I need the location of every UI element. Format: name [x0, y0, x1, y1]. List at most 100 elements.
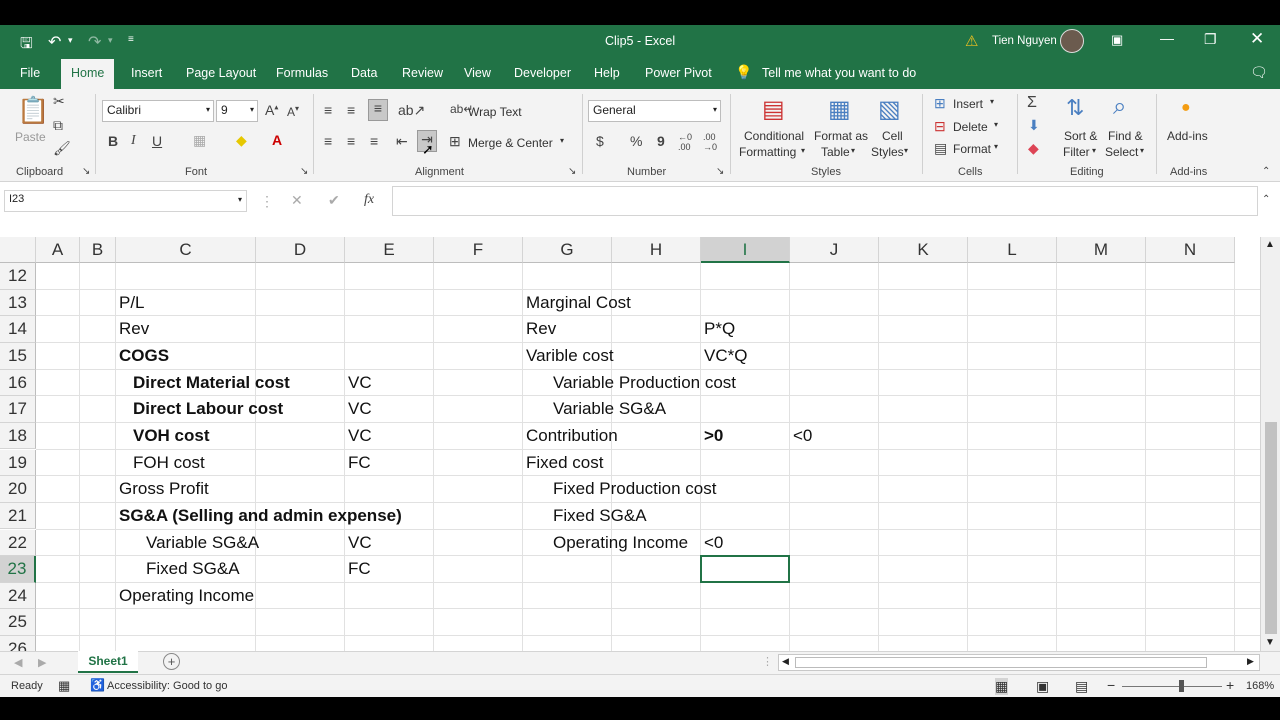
- add-sheet-button[interactable]: +: [163, 653, 180, 670]
- row-header-19[interactable]: 19: [0, 449, 36, 477]
- cell-i15[interactable]: VC*Q: [704, 343, 747, 369]
- cell-c21[interactable]: SG&A (Selling and admin expense): [119, 503, 402, 529]
- delete-cells-button[interactable]: Delete: [953, 120, 988, 134]
- cell-g17[interactable]: Variable SG&A: [553, 396, 666, 422]
- format-as-table-button[interactable]: Format as: [814, 129, 868, 143]
- row-header-18[interactable]: 18: [0, 422, 36, 450]
- cell-i18[interactable]: >0: [704, 423, 723, 449]
- align-top-icon[interactable]: ≡: [324, 102, 332, 118]
- expand-formula-bar-icon[interactable]: ⌃: [1262, 194, 1270, 205]
- align-left-icon[interactable]: ≡: [324, 133, 332, 149]
- chevron-down-icon[interactable]: ▾: [994, 142, 998, 151]
- row-header-25[interactable]: 25: [0, 609, 36, 637]
- column-header-h[interactable]: H: [612, 237, 701, 263]
- tab-home[interactable]: Home: [61, 59, 115, 89]
- cell-g13[interactable]: Marginal Cost: [526, 290, 631, 316]
- cell-c15[interactable]: COGS: [119, 343, 169, 369]
- chevron-down-icon[interactable]: ▾: [904, 146, 908, 155]
- active-cell-selection[interactable]: [700, 555, 790, 583]
- sort-filter-button[interactable]: Sort &: [1064, 129, 1097, 143]
- wrap-text-button[interactable]: Wrap Text: [468, 105, 522, 119]
- cell-e17[interactable]: VC: [348, 396, 372, 422]
- cancel-entry-icon[interactable]: ✕: [291, 192, 303, 209]
- cell-c22[interactable]: Variable SG&A: [146, 530, 259, 556]
- row-header-26[interactable]: 26: [0, 636, 36, 651]
- decrease-indent-icon[interactable]: ⇤: [396, 133, 408, 150]
- insert-function-button[interactable]: fx: [364, 192, 374, 208]
- cell-g18[interactable]: Contribution: [526, 423, 618, 449]
- font-name-select[interactable]: Calibri ▾: [102, 100, 214, 122]
- insert-cells-button[interactable]: Insert: [953, 97, 983, 111]
- save-icon[interactable]: 🖫: [20, 33, 33, 58]
- cell-g14[interactable]: Rev: [526, 316, 556, 342]
- zoom-in-icon[interactable]: +: [1226, 677, 1234, 693]
- cut-icon[interactable]: ✂: [53, 93, 65, 110]
- borders-icon[interactable]: ▦: [193, 132, 206, 149]
- chevron-down-icon[interactable]: ▾: [1140, 146, 1144, 155]
- column-header-n[interactable]: N: [1146, 237, 1235, 263]
- row-header-21[interactable]: 21: [0, 502, 36, 530]
- paste-button[interactable]: Paste: [15, 130, 46, 144]
- formula-bar-menu-icon[interactable]: ⋮: [260, 193, 274, 210]
- next-sheet-icon[interactable]: ▶: [38, 656, 46, 669]
- page-layout-view-icon[interactable]: ▣: [1036, 678, 1049, 695]
- format-as-table-label-2[interactable]: Table: [821, 145, 850, 159]
- column-header-g[interactable]: G: [523, 237, 612, 263]
- row-header-13[interactable]: 13: [0, 289, 36, 317]
- merge-center-button[interactable]: Merge & Center: [468, 136, 553, 150]
- tab-file[interactable]: File: [20, 66, 40, 80]
- number-format-select[interactable]: General ▾: [588, 100, 721, 122]
- scroll-thumb[interactable]: [1265, 422, 1277, 634]
- decrease-font-icon[interactable]: A▾: [287, 104, 299, 119]
- cell-e23[interactable]: FC: [348, 556, 371, 582]
- row-header-22[interactable]: 22: [0, 529, 36, 557]
- percent-button[interactable]: %: [630, 133, 642, 149]
- chevron-down-icon[interactable]: ▾: [1092, 146, 1096, 155]
- avatar[interactable]: [1060, 29, 1084, 53]
- cell-e19[interactable]: FC: [348, 450, 371, 476]
- sheet-tab-sheet1[interactable]: Sheet1: [78, 651, 138, 673]
- format-painter-icon[interactable]: 🖌: [53, 140, 71, 157]
- column-header-m[interactable]: M: [1057, 237, 1146, 263]
- sort-filter-label-2[interactable]: Filter: [1063, 145, 1090, 159]
- close-icon[interactable]: ✕: [1250, 29, 1264, 49]
- align-bottom-icon[interactable]: ≡: [368, 99, 388, 121]
- column-header-a[interactable]: A: [36, 237, 80, 263]
- chevron-down-icon[interactable]: ▾: [994, 120, 998, 129]
- zoom-level[interactable]: 168%: [1246, 680, 1274, 692]
- column-header-c[interactable]: C: [116, 237, 256, 263]
- align-center-icon[interactable]: ≡: [347, 133, 355, 149]
- row-header-20[interactable]: 20: [0, 476, 36, 503]
- cell-c13[interactable]: P/L: [119, 290, 145, 316]
- macro-record-icon[interactable]: ▦: [58, 678, 70, 694]
- worksheet-grid[interactable]: A B C D E F G H I J K L M N 12 13 14 15 16 17 18 19 20 21 22 23 24…: [0, 237, 1260, 651]
- font-size-select[interactable]: 9 ▾: [216, 100, 258, 122]
- tab-developer[interactable]: Developer: [514, 66, 571, 80]
- ribbon-display-icon[interactable]: ▣: [1111, 32, 1123, 48]
- align-right-icon[interactable]: ≡: [370, 133, 378, 149]
- tab-help[interactable]: Help: [594, 66, 620, 80]
- column-header-d[interactable]: D: [256, 237, 345, 263]
- column-header-b[interactable]: B: [80, 237, 116, 263]
- clipboard-launcher-icon[interactable]: ↘: [82, 166, 90, 177]
- undo-icon[interactable]: ↶: [48, 32, 61, 52]
- number-launcher-icon[interactable]: ↘: [716, 166, 724, 177]
- name-box[interactable]: I23 ▾: [4, 190, 247, 212]
- column-header-f[interactable]: F: [434, 237, 523, 263]
- chevron-down-icon[interactable]: ▾: [560, 136, 564, 145]
- cell-styles-label-2[interactable]: Styles: [871, 145, 904, 159]
- find-select-button[interactable]: Find &: [1108, 129, 1143, 143]
- cell-e16[interactable]: VC: [348, 370, 372, 396]
- copy-icon[interactable]: ⧉: [53, 117, 63, 134]
- redo-icon[interactable]: ↷: [88, 32, 101, 52]
- cell-g20[interactable]: Fixed Production cost: [553, 476, 716, 502]
- fill-color-icon[interactable]: ◆: [236, 132, 247, 149]
- column-header-k[interactable]: K: [879, 237, 968, 263]
- align-middle-icon[interactable]: ≡: [347, 102, 355, 118]
- cell-g16[interactable]: Variable Production cost: [553, 370, 736, 396]
- row-header-15[interactable]: 15: [0, 342, 36, 370]
- horizontal-scrollbar[interactable]: ◀ ▶: [778, 654, 1260, 671]
- column-header-j[interactable]: J: [790, 237, 879, 263]
- zoom-slider-thumb[interactable]: [1179, 680, 1184, 692]
- row-header-12[interactable]: 12: [0, 263, 36, 290]
